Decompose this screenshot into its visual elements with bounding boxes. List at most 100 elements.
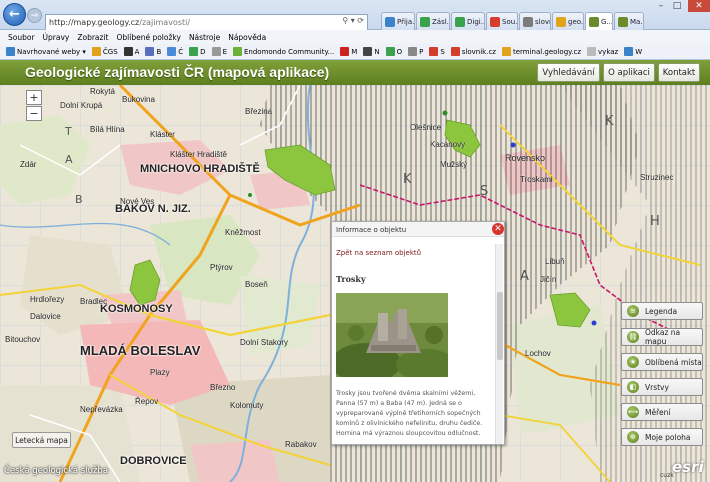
address-host: http://mapy.geology.cz: [49, 18, 140, 27]
favorite-c[interactable]: Ć: [167, 47, 183, 56]
tab-3[interactable]: Digi...: [451, 12, 485, 31]
favorite-p[interactable]: P: [408, 47, 423, 56]
back-button[interactable]: ←: [3, 3, 26, 26]
back-to-list-link[interactable]: Zpět na seznam objektů: [336, 249, 421, 257]
favorite-slovnik[interactable]: slovnik.cz: [450, 47, 496, 56]
maximize-icon[interactable]: □: [669, 0, 685, 12]
map-place-label: Řepov: [135, 397, 159, 406]
favorite-terminal[interactable]: terminal.geology.cz: [501, 47, 581, 56]
tab-1[interactable]: Přija...: [381, 12, 415, 31]
favorite-e[interactable]: E: [211, 47, 227, 56]
map-zone-letter: H: [650, 214, 660, 229]
mail-icon: [385, 17, 395, 27]
favorite-m[interactable]: M: [340, 47, 357, 56]
favorite-a[interactable]: A: [123, 47, 139, 56]
about-button[interactable]: O aplikaci: [603, 63, 655, 82]
castle-photo-icon: [336, 293, 448, 377]
tab-8[interactable]: Ma...: [614, 12, 644, 31]
tab-5[interactable]: slovník...: [519, 12, 551, 31]
search-button[interactable]: Vyhledávání: [537, 63, 600, 82]
tab-6[interactable]: geo...: [552, 12, 584, 31]
zoom-out-button[interactable]: −: [26, 106, 42, 121]
favorite-s[interactable]: S: [429, 47, 445, 56]
object-description: Trosky jsou tvořené dvěma skalními věžem…: [336, 390, 483, 437]
favorite-b[interactable]: B: [145, 47, 161, 56]
bookmark-icon: [624, 47, 634, 56]
map-place-label: Klášter Hradiště: [170, 150, 227, 159]
bookmark-icon: [501, 47, 511, 56]
object-photo[interactable]: [336, 293, 448, 377]
menu-tools[interactable]: Nástroje: [189, 33, 220, 42]
map-link-button[interactable]: ⛓ Odkaz na mapu: [621, 328, 703, 346]
close-icon[interactable]: ✕: [492, 223, 504, 235]
bookmark-icon: [385, 47, 395, 56]
menu-edit[interactable]: Úpravy: [43, 33, 70, 42]
panel-scrollbar[interactable]: [495, 244, 503, 444]
map-zone-letter: S: [480, 184, 488, 199]
tab-7[interactable]: G...: [585, 12, 613, 31]
location-icon: ⊕: [627, 431, 639, 443]
page-icon: [490, 17, 500, 27]
map-zone-letter: A: [65, 153, 73, 166]
minimize-icon[interactable]: –: [653, 0, 669, 12]
forward-button[interactable]: →: [27, 8, 42, 23]
zoom-in-button[interactable]: +: [26, 90, 42, 105]
favorite-endomondo[interactable]: Endomondo Community...: [233, 47, 334, 56]
page-icon: [420, 17, 430, 27]
map-place-label: Rovensko: [505, 153, 546, 163]
map-place-label: Plazy: [150, 368, 170, 377]
legend-button[interactable]: ≡ Legenda: [621, 302, 703, 320]
page-icon: [556, 17, 566, 27]
map-place-label: Dolní Stakory: [240, 338, 289, 347]
favorite-cgs[interactable]: ČGS: [91, 47, 118, 56]
link-icon: ⛓: [627, 331, 639, 343]
map-place-label: Kolomuty: [230, 401, 264, 410]
favorite-vykaz[interactable]: vykaz: [587, 47, 618, 56]
map-attribution: Česká geologická služba: [4, 466, 109, 476]
favorite-o[interactable]: O: [385, 47, 402, 56]
star-icon: ★: [627, 356, 639, 368]
menu-file[interactable]: Soubor: [8, 33, 35, 42]
map-place-label: Rokytá: [90, 87, 115, 96]
map-place-label: Dolní Krupá: [60, 101, 103, 110]
map-place-label: Nové Ves: [120, 197, 155, 206]
page-icon: [523, 17, 533, 27]
bookmark-icon: [91, 47, 101, 56]
map-zone-letter: A: [520, 269, 529, 284]
map-place-label: Nepřevázka: [80, 405, 123, 414]
menu-view[interactable]: Zobrazit: [77, 33, 108, 42]
search-icon[interactable]: ⚲ ▾ ⟳: [342, 16, 364, 25]
close-icon[interactable]: ✕: [688, 0, 710, 12]
tab-2[interactable]: Zásl...: [416, 12, 450, 31]
map-place-label: Olešnice: [410, 123, 442, 132]
bookmark-icon: [123, 47, 133, 56]
measure-button[interactable]: ⟷ Měření: [621, 403, 703, 421]
map-place-label: Bradlec: [80, 297, 108, 306]
map-place-label: Bílá Hlína: [90, 125, 125, 134]
favorite-places-button[interactable]: ★ Oblíbená místa: [621, 353, 703, 371]
address-bar[interactable]: http://mapy.geology.cz /zajimavosti/ ⚲ ▾…: [45, 14, 368, 31]
map-place-label: Kosmonosy: [100, 303, 173, 315]
my-location-button[interactable]: ⊕ Moje poloha: [621, 428, 703, 446]
favorite-n[interactable]: N: [363, 47, 380, 56]
bookmark-icon: [429, 47, 439, 56]
map-place-label: Rabakov: [285, 440, 317, 449]
bookmark-icon: [189, 47, 199, 56]
favorite-w[interactable]: W: [624, 47, 642, 56]
menu-favorites[interactable]: Oblíbené položky: [117, 33, 181, 42]
layers-button[interactable]: ◧ Vrstvy: [621, 378, 703, 396]
contact-button[interactable]: Kontakt: [658, 63, 700, 82]
map-place-label: Bitouchov: [5, 335, 41, 344]
page-icon: [589, 17, 599, 27]
map-zone-letter: B: [75, 193, 83, 206]
menu-help[interactable]: Nápověda: [228, 33, 266, 42]
aerial-map-button[interactable]: Letecká mapa: [12, 432, 71, 448]
tab-4[interactable]: Sou...: [486, 12, 518, 31]
favorite-d[interactable]: D: [189, 47, 206, 56]
map-place-label: Ptýrov: [210, 263, 233, 272]
star-icon: [6, 47, 15, 56]
scroll-thumb[interactable]: [497, 292, 503, 360]
map-place-label: Mnichovo Hradiště: [140, 163, 260, 175]
map-place-label: Březno: [210, 383, 236, 392]
favorite-suggested[interactable]: Navrhované weby ▾: [6, 47, 86, 56]
